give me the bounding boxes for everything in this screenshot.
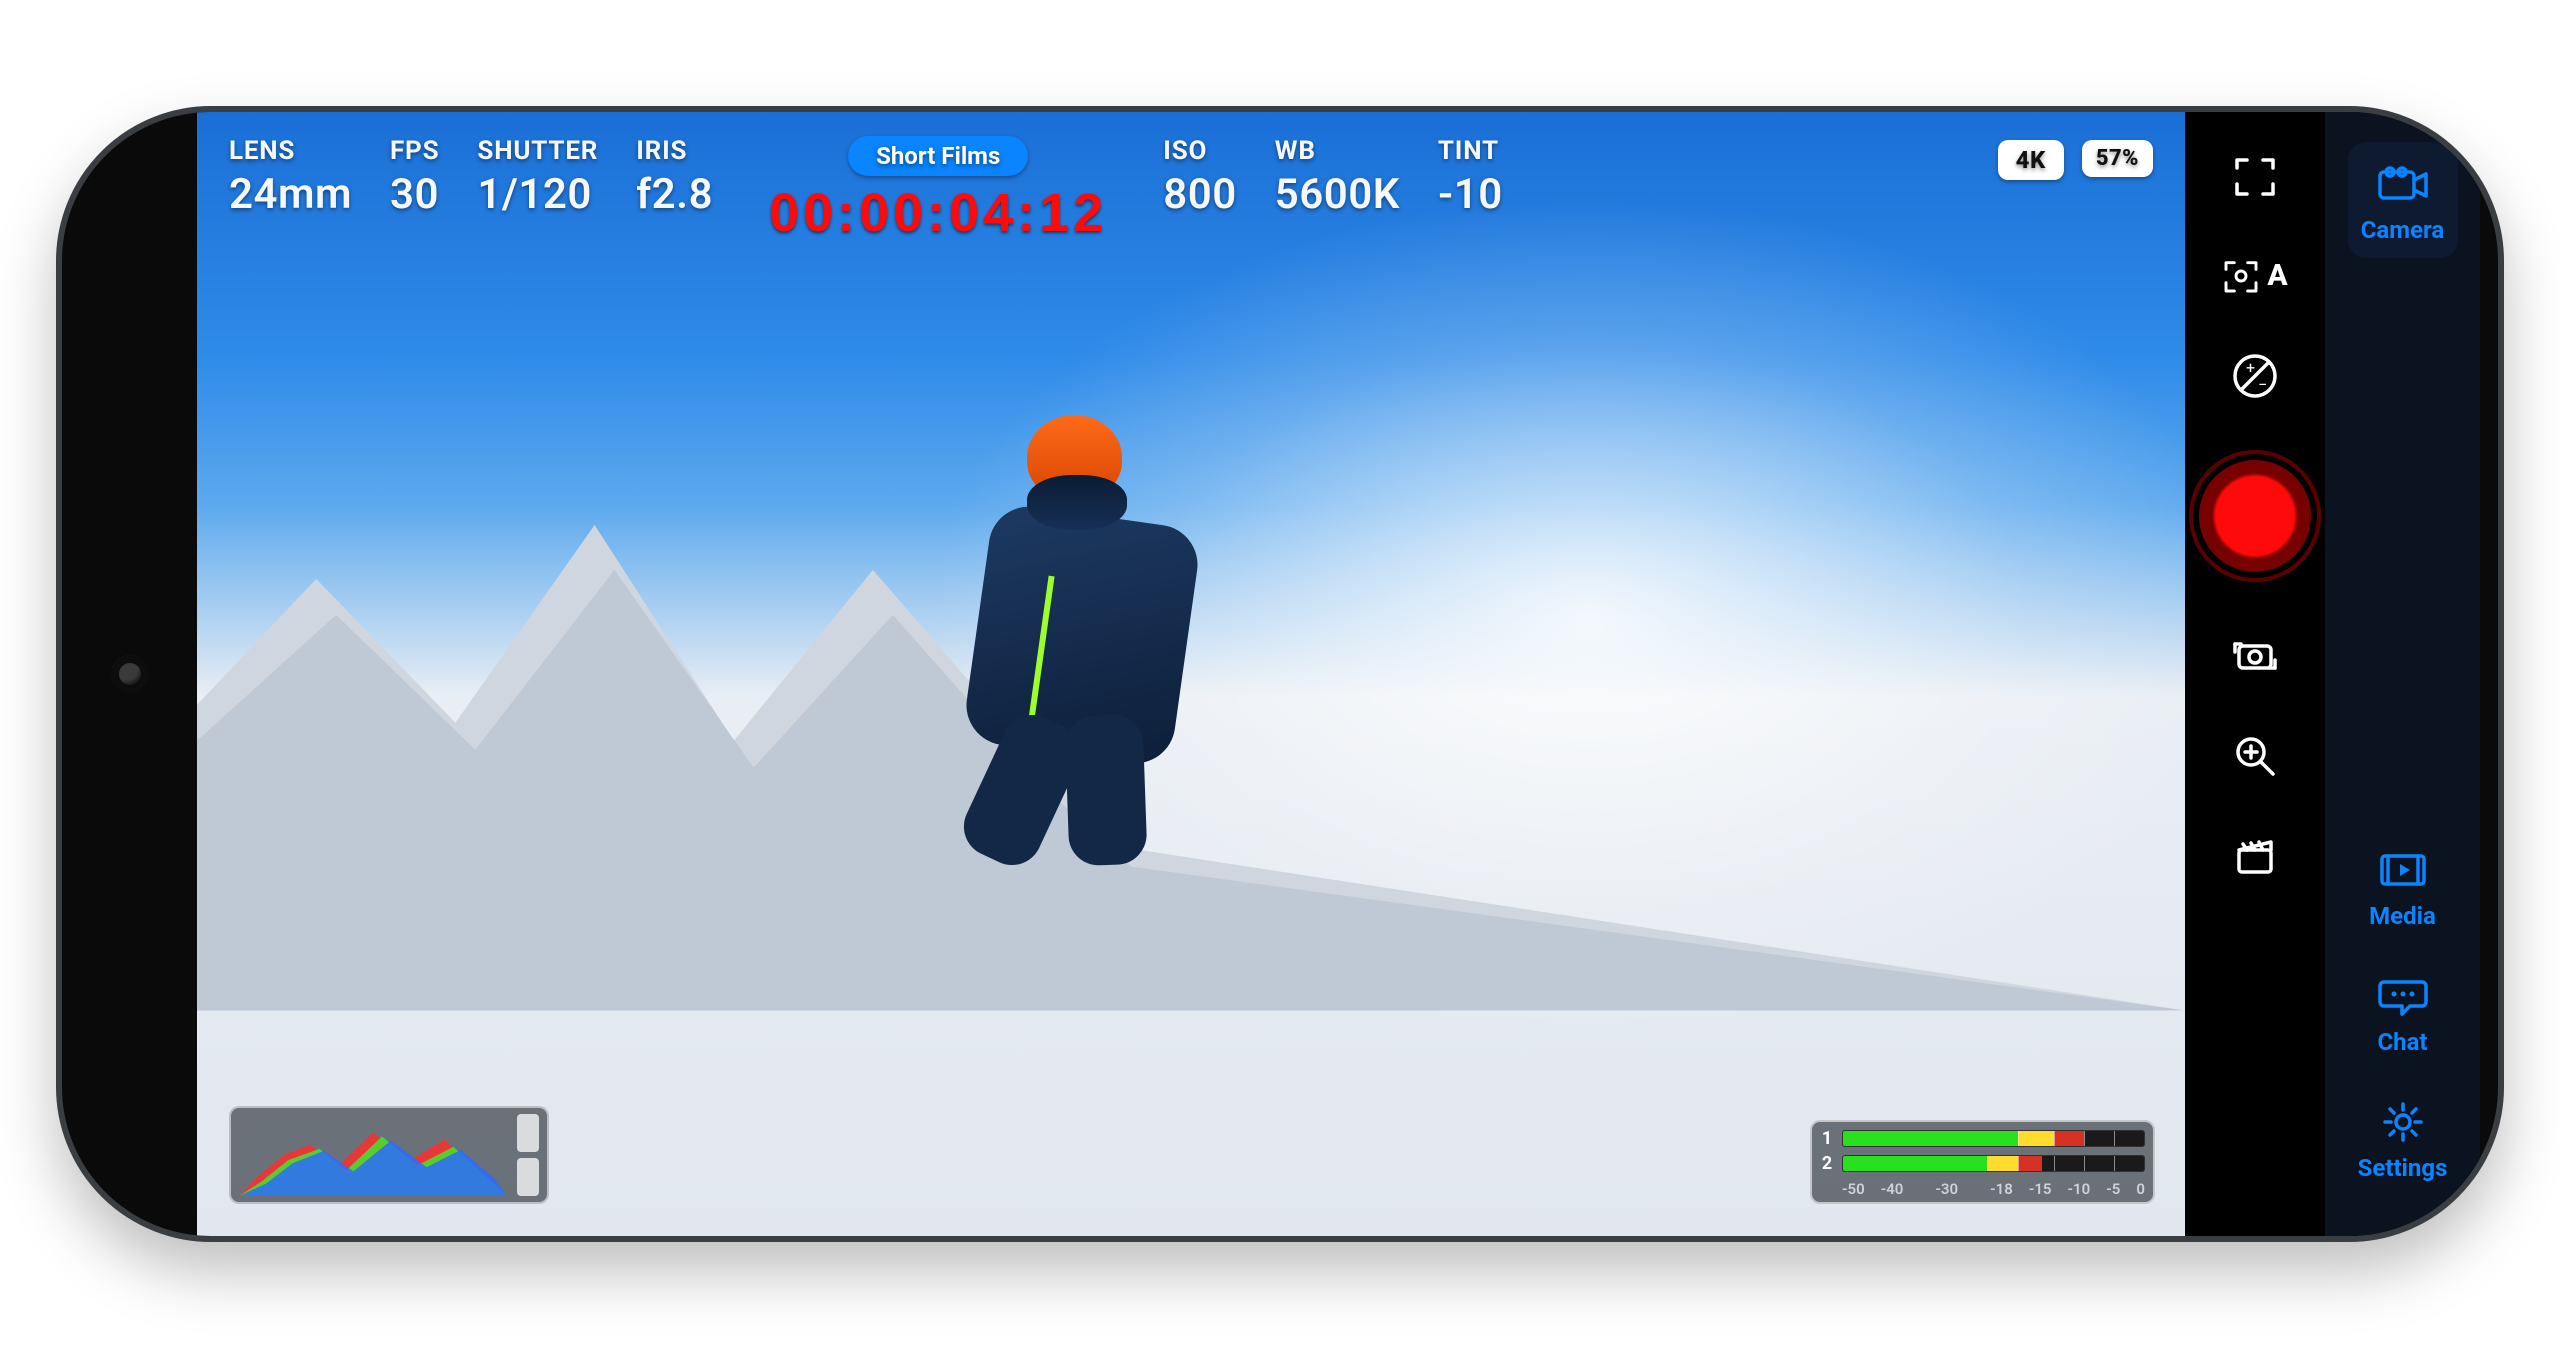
top-status-strip: LENS 24mm FPS 30 SHUTTER 1/120 IRIS f2.8… — [197, 112, 2185, 244]
wb-label: WB — [1275, 136, 1400, 166]
audio-meter-widget[interactable]: 1 2 — [1810, 1120, 2155, 1204]
fps-label: FPS — [390, 136, 439, 166]
camera-icon — [2376, 162, 2430, 206]
tint-label: TINT — [1438, 136, 1503, 166]
lens-readout[interactable]: LENS 24mm — [229, 136, 352, 219]
scenery-mountains-icon — [197, 471, 2185, 1011]
bezel-left — [62, 112, 197, 1236]
shutter-readout[interactable]: SHUTTER 1/120 — [477, 136, 598, 219]
slate-icon — [2231, 832, 2279, 880]
tint-readout[interactable]: TINT -10 — [1438, 136, 1503, 219]
lens-value: 24mm — [229, 170, 352, 219]
wb-readout[interactable]: WB 5600K — [1275, 136, 1400, 219]
autofocus-letter: A — [2267, 258, 2288, 293]
iris-readout[interactable]: IRIS f2.8 — [636, 136, 713, 219]
fullscreen-icon — [2231, 152, 2279, 200]
histogram-plot-icon — [239, 1114, 507, 1196]
autofocus-button[interactable]: A — [2219, 240, 2291, 312]
histogram-toggle-top[interactable] — [517, 1114, 539, 1152]
audio-scale: -50-40-30-18-15-10-50 — [1820, 1178, 2145, 1198]
switch-camera-button[interactable] — [2219, 620, 2291, 692]
audio-ch2-bar — [1842, 1155, 2145, 1172]
camera-viewfinder[interactable]: LENS 24mm FPS 30 SHUTTER 1/120 IRIS f2.8… — [197, 112, 2185, 1236]
fps-value: 30 — [390, 170, 439, 219]
front-camera-lens-icon — [111, 655, 149, 693]
svg-text:−: − — [2258, 375, 2267, 394]
project-name-pill[interactable]: Short Films — [848, 136, 1028, 176]
app-nav-rail: Camera Media Chat — [2325, 112, 2480, 1236]
subject-skier-icon — [972, 415, 1192, 835]
fps-readout[interactable]: FPS 30 — [390, 136, 439, 219]
gear-icon — [2376, 1100, 2430, 1144]
battery-badge[interactable]: 57% — [2082, 140, 2153, 177]
camera-controls-strip: A + − — [2185, 112, 2325, 1236]
resolution-badge[interactable]: 4K — [1998, 140, 2064, 180]
focus-reticle-icon — [2221, 256, 2261, 296]
exposure-button[interactable]: + − — [2219, 340, 2291, 412]
fullscreen-button[interactable] — [2219, 140, 2291, 212]
nav-chat-label: Chat — [2377, 1028, 2427, 1056]
status-badges: 4K 57% — [1998, 136, 2153, 180]
chat-icon — [2376, 974, 2430, 1018]
shutter-label: SHUTTER — [477, 136, 598, 166]
lens-label: LENS — [229, 136, 352, 166]
switch-camera-icon — [2231, 632, 2279, 680]
screen: LENS 24mm FPS 30 SHUTTER 1/120 IRIS f2.8… — [197, 112, 2480, 1236]
phone-frame: LENS 24mm FPS 30 SHUTTER 1/120 IRIS f2.8… — [56, 106, 2504, 1242]
nav-chat[interactable]: Chat — [2348, 954, 2458, 1070]
audio-ch1-bar — [1842, 1130, 2145, 1147]
iso-label: ISO — [1163, 136, 1236, 166]
nav-settings[interactable]: Settings — [2348, 1080, 2458, 1196]
svg-text:+: + — [2246, 358, 2255, 377]
timecode-display: 00:00:04:12 — [769, 182, 1107, 244]
wb-value: 5600K — [1275, 170, 1400, 219]
audio-ch2-label: 2 — [1820, 1153, 1834, 1174]
iso-value: 800 — [1163, 170, 1236, 219]
nav-camera[interactable]: Camera — [2348, 142, 2458, 258]
audio-channel-1: 1 — [1820, 1128, 2145, 1149]
slate-button[interactable] — [2219, 820, 2291, 892]
record-button[interactable] — [2189, 450, 2321, 582]
nav-settings-label: Settings — [2358, 1154, 2448, 1182]
shutter-value: 1/120 — [477, 170, 598, 219]
histogram-toggle-bottom[interactable] — [517, 1158, 539, 1196]
nav-media-label: Media — [2369, 902, 2436, 930]
iso-readout[interactable]: ISO 800 — [1163, 136, 1236, 219]
histogram-widget[interactable] — [229, 1106, 549, 1204]
exposure-icon: + − — [2231, 352, 2279, 400]
audio-ch1-label: 1 — [1820, 1128, 1834, 1149]
project-and-timecode: Short Films 00:00:04:12 — [769, 136, 1107, 244]
nav-media[interactable]: Media — [2348, 828, 2458, 944]
media-icon — [2376, 848, 2430, 892]
tint-value: -10 — [1438, 170, 1503, 219]
nav-camera-label: Camera — [2361, 216, 2445, 244]
bezel-right — [2480, 112, 2498, 1236]
iris-value: f2.8 — [636, 170, 713, 219]
iris-label: IRIS — [636, 136, 713, 166]
zoom-button[interactable] — [2219, 720, 2291, 792]
zoom-in-icon — [2231, 732, 2279, 780]
histogram-side-buttons — [517, 1114, 539, 1196]
audio-channel-2: 2 — [1820, 1153, 2145, 1174]
